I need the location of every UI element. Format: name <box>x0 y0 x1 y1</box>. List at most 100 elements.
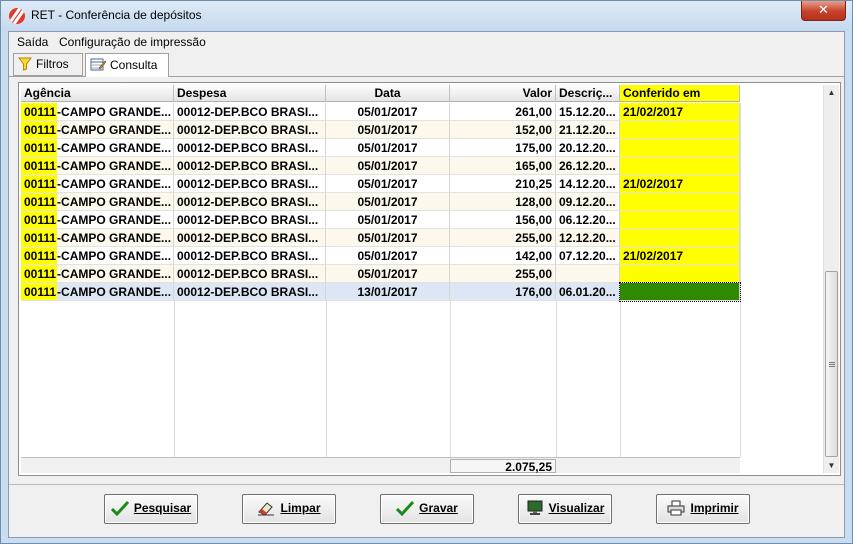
deposits-grid[interactable]: Agência Despesa Data Valor Descriç... Conferi… <box>18 82 841 476</box>
table-row[interactable]: 00111-CAMPO GRANDE... 00012-DEP.BCO BRASI… <box>21 121 740 139</box>
cell-valor[interactable]: 210,25 <box>450 175 556 193</box>
cell-valor[interactable]: 176,00 <box>450 283 556 301</box>
cell-valor[interactable]: 261,00 <box>450 103 556 121</box>
cell-despesa[interactable]: 00012-DEP.BCO BRASI... <box>174 211 326 229</box>
scroll-up-icon[interactable]: ▲ <box>824 85 839 100</box>
cell-descricao[interactable]: 07.12.20... <box>556 247 620 265</box>
cell-despesa[interactable]: 00012-DEP.BCO BRASI... <box>174 283 326 301</box>
table-row[interactable]: 00111-CAMPO GRANDE... 00012-DEP.BCO BRASI… <box>21 157 740 175</box>
table-row[interactable]: 00111-CAMPO GRANDE... 00012-DEP.BCO BRASI… <box>21 103 740 121</box>
cell-despesa[interactable]: 00012-DEP.BCO BRASI... <box>174 265 326 283</box>
imprimir-button[interactable]: Imprimir <box>656 494 750 524</box>
table-row[interactable]: 00111-CAMPO GRANDE... 00012-DEP.BCO BRASI… <box>21 265 740 283</box>
limpar-button[interactable]: Limpar <box>242 494 336 524</box>
cell-agencia[interactable]: 00111-CAMPO GRANDE... <box>21 157 174 175</box>
app-logo-icon <box>9 8 25 24</box>
table-row[interactable]: 00111-CAMPO GRANDE... 00012-DEP.BCO BRASI… <box>21 211 740 229</box>
cell-despesa[interactable]: 00012-DEP.BCO BRASI... <box>174 103 326 121</box>
cell-conferido[interactable]: 21/02/2017 <box>620 247 740 265</box>
col-agencia-header[interactable]: Agência <box>21 85 174 102</box>
cell-data[interactable]: 05/01/2017 <box>326 247 450 265</box>
cell-data[interactable]: 05/01/2017 <box>326 103 450 121</box>
cell-descricao[interactable]: 06.12.20... <box>556 211 620 229</box>
cell-data[interactable]: 05/01/2017 <box>326 229 450 247</box>
agencia-code: 00111 <box>21 211 58 228</box>
cell-descricao[interactable]: 09.12.20... <box>556 193 620 211</box>
cell-conferido[interactable]: 21/02/2017 <box>620 175 740 193</box>
cell-descricao[interactable]: 21.12.20... <box>556 121 620 139</box>
cell-data[interactable]: 05/01/2017 <box>326 193 450 211</box>
scroll-thumb[interactable] <box>825 271 838 457</box>
cell-despesa[interactable]: 00012-DEP.BCO BRASI... <box>174 175 326 193</box>
vertical-scrollbar[interactable]: ▲ ▼ <box>823 85 839 473</box>
cell-valor[interactable]: 175,00 <box>450 139 556 157</box>
cell-conferido[interactable] <box>620 121 740 139</box>
cell-agencia[interactable]: 00111-CAMPO GRANDE... <box>21 193 174 211</box>
col-descricao-header[interactable]: Descriç... <box>556 85 620 102</box>
cell-agencia[interactable]: 00111-CAMPO GRANDE... <box>21 265 174 283</box>
pesquisar-button[interactable]: Pesquisar <box>104 494 198 524</box>
table-row[interactable]: 00111-CAMPO GRANDE... 00012-DEP.BCO BRASI… <box>21 229 740 247</box>
close-button[interactable]: ✕ <box>801 1 846 21</box>
cell-conferido[interactable] <box>620 193 740 211</box>
col-valor-header[interactable]: Valor <box>450 85 556 102</box>
table-row[interactable]: 00111-CAMPO GRANDE... 00012-DEP.BCO BRASI… <box>21 139 740 157</box>
scroll-down-icon[interactable]: ▼ <box>824 458 839 473</box>
cell-conferido[interactable] <box>620 265 740 283</box>
cell-valor[interactable]: 142,00 <box>450 247 556 265</box>
table-row[interactable]: 00111-CAMPO GRANDE... 00012-DEP.BCO BRASI… <box>21 247 740 265</box>
cell-despesa[interactable]: 00012-DEP.BCO BRASI... <box>174 193 326 211</box>
cell-valor[interactable]: 165,00 <box>450 157 556 175</box>
cell-descricao[interactable] <box>556 265 620 283</box>
cell-despesa[interactable]: 00012-DEP.BCO BRASI... <box>174 247 326 265</box>
cell-conferido[interactable] <box>620 229 740 247</box>
tab-filtros[interactable]: Filtros <box>13 53 83 76</box>
cell-conferido[interactable]: 21/02/2017 <box>620 103 740 121</box>
cell-valor[interactable]: 156,00 <box>450 211 556 229</box>
cell-valor[interactable]: 255,00 <box>450 265 556 283</box>
cell-valor[interactable]: 152,00 <box>450 121 556 139</box>
cell-descricao[interactable]: 15.12.20... <box>556 103 620 121</box>
cell-agencia[interactable]: 00111-CAMPO GRANDE... <box>21 229 174 247</box>
col-data-header[interactable]: Data <box>326 85 450 102</box>
cell-agencia[interactable]: 00111-CAMPO GRANDE... <box>21 103 174 121</box>
cell-descricao[interactable]: 14.12.20... <box>556 175 620 193</box>
cell-data[interactable]: 05/01/2017 <box>326 139 450 157</box>
cell-valor[interactable]: 255,00 <box>450 229 556 247</box>
menu-item-configuracao-impressao[interactable]: Configuração de impressão <box>59 35 206 49</box>
col-despesa-header[interactable]: Despesa <box>174 85 326 102</box>
cell-despesa[interactable]: 00012-DEP.BCO BRASI... <box>174 229 326 247</box>
cell-valor[interactable]: 128,00 <box>450 193 556 211</box>
cell-agencia[interactable]: 00111-CAMPO GRANDE... <box>21 139 174 157</box>
table-row[interactable]: 00111-CAMPO GRANDE... 00012-DEP.BCO BRASI… <box>21 193 740 211</box>
cell-data[interactable]: 13/01/2017 <box>326 283 450 301</box>
table-row[interactable]: 00111-CAMPO GRANDE... 00012-DEP.BCO BRASI… <box>21 175 740 193</box>
cell-descricao[interactable]: 20.12.20... <box>556 139 620 157</box>
cell-conferido[interactable] <box>620 211 740 229</box>
cell-agencia[interactable]: 00111-CAMPO GRANDE... <box>21 121 174 139</box>
cell-despesa[interactable]: 00012-DEP.BCO BRASI... <box>174 121 326 139</box>
cell-data[interactable]: 05/01/2017 <box>326 211 450 229</box>
cell-despesa[interactable]: 00012-DEP.BCO BRASI... <box>174 157 326 175</box>
menu-item-saida[interactable]: Saída <box>17 35 48 49</box>
gravar-button[interactable]: Gravar <box>380 494 474 524</box>
cell-agencia[interactable]: 00111-CAMPO GRANDE... <box>21 247 174 265</box>
cell-conferido[interactable] <box>620 139 740 157</box>
cell-data[interactable]: 05/01/2017 <box>326 265 450 283</box>
table-row[interactable]: 00111-CAMPO GRANDE... 00012-DEP.BCO BRASI… <box>21 282 741 302</box>
col-conferido-em-header[interactable]: Conferido em <box>620 85 740 102</box>
cell-data[interactable]: 05/01/2017 <box>326 175 450 193</box>
tab-consulta[interactable]: Consulta <box>85 53 169 77</box>
cell-data[interactable]: 05/01/2017 <box>326 121 450 139</box>
cell-conferido[interactable] <box>620 157 740 175</box>
cell-agencia[interactable]: 00111-CAMPO GRANDE... <box>21 175 174 193</box>
cell-agencia[interactable]: 00111-CAMPO GRANDE... <box>21 283 174 301</box>
cell-conferido[interactable] <box>619 282 741 302</box>
cell-descricao[interactable]: 06.01.20... <box>556 283 620 301</box>
cell-agencia[interactable]: 00111-CAMPO GRANDE... <box>21 211 174 229</box>
cell-descricao[interactable]: 26.12.20... <box>556 157 620 175</box>
visualizar-button[interactable]: Visualizar <box>518 494 612 524</box>
cell-descricao[interactable]: 12.12.20... <box>556 229 620 247</box>
cell-data[interactable]: 05/01/2017 <box>326 157 450 175</box>
cell-despesa[interactable]: 00012-DEP.BCO BRASI... <box>174 139 326 157</box>
